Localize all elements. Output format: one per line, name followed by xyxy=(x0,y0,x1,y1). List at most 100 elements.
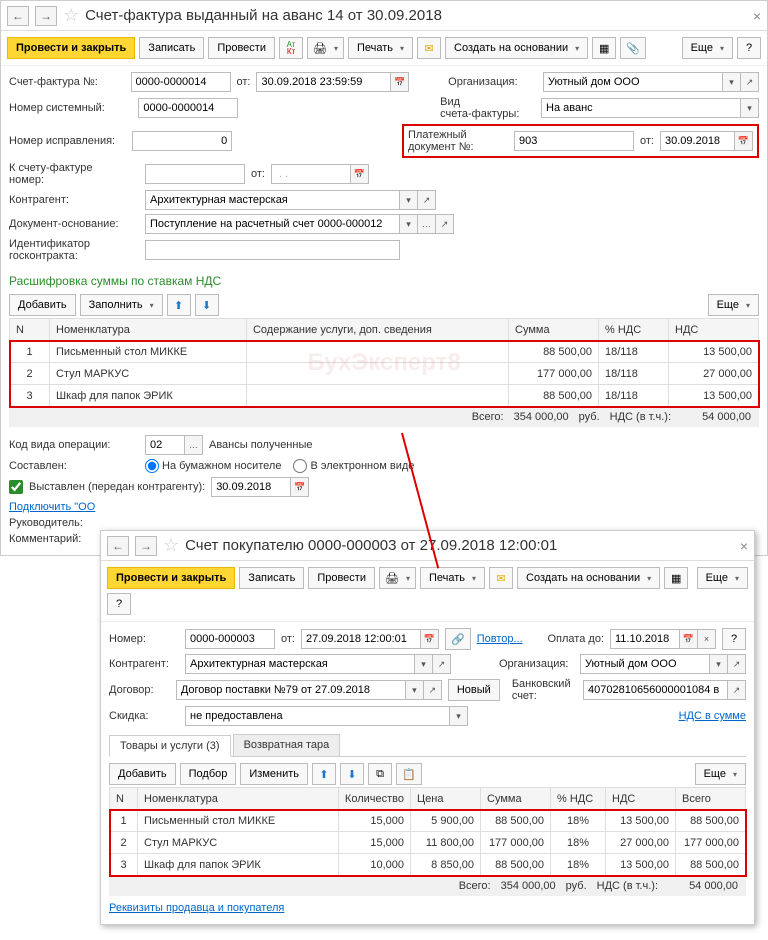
open-icon[interactable]: ↗ xyxy=(728,680,746,700)
print-dropdown[interactable]: Печать xyxy=(420,567,485,589)
dropdown-icon[interactable]: ▾ xyxy=(415,654,433,674)
post-and-close-button[interactable]: Провести и закрыть xyxy=(107,567,235,589)
save-button[interactable]: Записать xyxy=(239,567,304,589)
basis-input[interactable] xyxy=(145,214,400,234)
table-more-button[interactable]: Еще xyxy=(708,294,759,316)
back-button[interactable]: ← xyxy=(7,6,29,26)
open-icon[interactable]: ↗ xyxy=(436,214,454,234)
issued-checkbox[interactable] xyxy=(9,480,23,494)
move-down-button[interactable]: ⬇ xyxy=(340,763,364,785)
create-based-dropdown[interactable]: Создать на основании xyxy=(517,567,660,589)
seller-buyer-link[interactable]: Реквизиты продавца и покупателя xyxy=(109,902,284,914)
clear-icon[interactable]: × xyxy=(698,629,716,649)
copy-button[interactable]: ⧉ xyxy=(368,763,392,785)
help-button[interactable]: ? xyxy=(107,593,131,615)
dropdown-icon[interactable]: ▾ xyxy=(723,72,741,92)
paper-radio[interactable]: На бумажном носителе xyxy=(145,459,281,473)
calendar-icon[interactable]: 📅 xyxy=(680,629,698,649)
electronic-radio[interactable]: В электронном виде xyxy=(293,459,414,473)
open-icon[interactable]: ↗ xyxy=(433,654,451,674)
goods-tab[interactable]: Товары и услуги (3) xyxy=(109,735,231,757)
link-icon[interactable]: 🔗 xyxy=(445,628,471,650)
invoice-date-input[interactable] xyxy=(256,72,391,92)
new-contract-button[interactable]: Новый xyxy=(448,679,500,701)
table-row[interactable]: 1Письменный стол МИККЕ 15,0005 900,00 88… xyxy=(110,810,746,832)
dropdown-icon[interactable]: ▾ xyxy=(400,190,418,210)
forward-button[interactable]: → xyxy=(135,536,157,556)
more-icon[interactable]: … xyxy=(418,214,436,234)
org-input[interactable] xyxy=(543,72,723,92)
move-up-button[interactable]: ⬆ xyxy=(312,763,336,785)
attach-button[interactable]: 📎 xyxy=(620,37,646,59)
structure-button[interactable]: ▦ xyxy=(664,567,688,589)
paydate-input[interactable] xyxy=(660,131,735,151)
tare-tab[interactable]: Возвратная тара xyxy=(233,734,341,756)
more-icon[interactable]: … xyxy=(185,435,203,455)
more-button[interactable]: Еще xyxy=(682,37,733,59)
contract-input[interactable] xyxy=(176,680,406,700)
issued-date-input[interactable] xyxy=(211,477,291,497)
correction-input[interactable] xyxy=(132,131,232,151)
help-button[interactable]: ? xyxy=(722,628,746,650)
open-icon[interactable]: ↗ xyxy=(741,72,759,92)
contractor-input[interactable] xyxy=(145,190,400,210)
contractor-input[interactable] xyxy=(185,654,415,674)
print-dropdown[interactable]: Печать xyxy=(348,37,413,59)
structure-button[interactable]: ▦ xyxy=(592,37,616,59)
add-button[interactable]: Добавить xyxy=(9,294,76,316)
table-row[interactable]: 2Стул МАРКУС 15,00011 800,00 177 000,001… xyxy=(110,832,746,854)
invoice-number-input[interactable] xyxy=(131,72,231,92)
close-icon[interactable]: × xyxy=(740,538,748,554)
gosid-input[interactable] xyxy=(145,240,400,260)
discount-input[interactable] xyxy=(185,706,450,726)
repeat-link[interactable]: Повтор... xyxy=(477,633,523,645)
table-row[interactable]: 1Письменный стол МИККЕ 88 500,0018/11813… xyxy=(10,341,759,363)
paste-button[interactable]: 📋 xyxy=(396,763,422,785)
calendar-icon[interactable]: 📅 xyxy=(421,629,439,649)
to-sf-date-input[interactable] xyxy=(271,164,351,184)
paydoc-input[interactable] xyxy=(514,131,634,151)
dropdown-icon[interactable]: ▾ xyxy=(406,680,424,700)
add-button[interactable]: Добавить xyxy=(109,763,176,785)
open-icon[interactable]: ↗ xyxy=(418,190,436,210)
org-input[interactable] xyxy=(580,654,710,674)
create-based-dropdown[interactable]: Создать на основании xyxy=(445,37,588,59)
number-input[interactable] xyxy=(185,629,275,649)
connect-link[interactable]: Подключить "ОО xyxy=(9,501,95,513)
more-button[interactable]: Еще xyxy=(697,567,748,589)
to-sf-input[interactable] xyxy=(145,164,245,184)
printer-button[interactable]: 🖨 xyxy=(379,567,416,589)
post-button[interactable]: Провести xyxy=(208,37,275,59)
save-button[interactable]: Записать xyxy=(139,37,204,59)
mail-button[interactable]: ✉ xyxy=(489,567,513,589)
dt-kt-button[interactable]: АтКт xyxy=(279,37,303,59)
dropdown-icon[interactable]: ▾ xyxy=(400,214,418,234)
fill-dropdown[interactable]: Заполнить xyxy=(80,294,163,316)
help-button[interactable]: ? xyxy=(737,37,761,59)
edit-button[interactable]: Изменить xyxy=(240,763,308,785)
favorite-icon[interactable]: ☆ xyxy=(63,5,79,26)
forward-button[interactable]: → xyxy=(35,6,57,26)
open-icon[interactable]: ↗ xyxy=(424,680,442,700)
post-button[interactable]: Провести xyxy=(308,567,375,589)
close-icon[interactable]: × xyxy=(753,8,761,24)
move-up-button[interactable]: ⬆ xyxy=(167,294,191,316)
dropdown-icon[interactable]: ▾ xyxy=(710,654,728,674)
table-row[interactable]: 3Шкаф для папок ЭРИК 10,0008 850,00 88 5… xyxy=(110,854,746,876)
table-more-button[interactable]: Еще xyxy=(695,763,746,785)
move-down-button[interactable]: ⬇ xyxy=(195,294,219,316)
table-row[interactable]: 2Стул МАРКУС 177 000,0018/11827 000,00 xyxy=(10,363,759,385)
open-icon[interactable]: ↗ xyxy=(728,654,746,674)
pay-until-input[interactable] xyxy=(610,629,680,649)
dropdown-icon[interactable]: ▾ xyxy=(741,98,759,118)
sysnum-input[interactable] xyxy=(138,98,238,118)
mail-button[interactable]: ✉ xyxy=(417,37,441,59)
pick-button[interactable]: Подбор xyxy=(180,763,237,785)
kind-input[interactable] xyxy=(541,98,741,118)
calendar-icon[interactable]: 📅 xyxy=(391,72,409,92)
calendar-icon[interactable]: 📅 xyxy=(291,477,309,497)
bank-input[interactable] xyxy=(583,680,728,700)
calendar-icon[interactable]: 📅 xyxy=(735,131,753,151)
post-and-close-button[interactable]: Провести и закрыть xyxy=(7,37,135,59)
table-row[interactable]: 3Шкаф для папок ЭРИК 88 500,0018/11813 5… xyxy=(10,385,759,407)
